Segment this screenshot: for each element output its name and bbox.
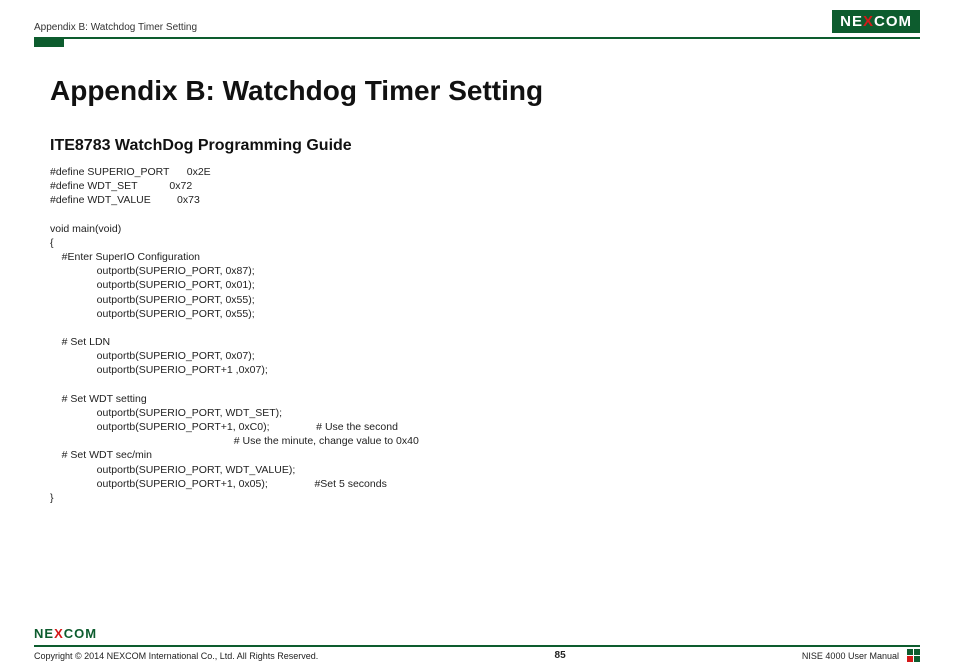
breadcrumb: Appendix B: Watchdog Timer Setting <box>34 22 197 33</box>
decoration-squares-icon <box>907 649 920 662</box>
page-number: 85 <box>555 650 566 661</box>
header-rule <box>34 37 920 39</box>
footer-logo: NEXCOM <box>34 624 920 643</box>
section-heading: ITE8783 WatchDog Programming Guide <box>50 137 904 155</box>
header-logo: NEXCOM <box>832 10 920 33</box>
code-listing: #define SUPERIO_PORT 0x2E #define WDT_SE… <box>50 165 904 505</box>
copyright-text: Copyright © 2014 NEXCOM International Co… <box>34 651 318 661</box>
manual-title: NISE 4000 User Manual <box>802 651 899 661</box>
page-title: Appendix B: Watchdog Timer Setting <box>50 75 904 107</box>
nexcom-logo: NEXCOM <box>832 10 920 33</box>
section-tab <box>34 39 64 47</box>
footer-rule <box>34 645 920 647</box>
